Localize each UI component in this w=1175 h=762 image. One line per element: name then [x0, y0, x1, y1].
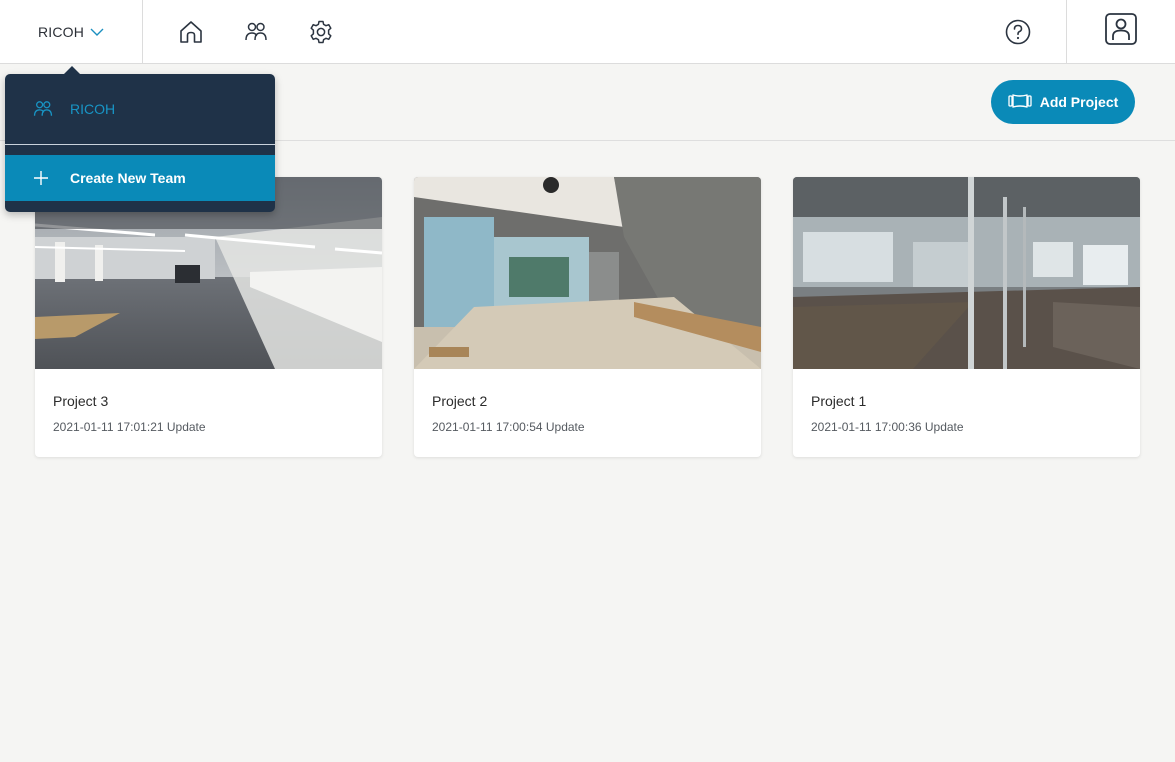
project-card[interactable]: Project 2 2021-01-11 17:00:54 Update — [414, 177, 761, 457]
user-icon — [1104, 12, 1138, 51]
home-icon[interactable] — [173, 14, 209, 50]
panorama-icon — [1008, 93, 1032, 112]
gear-icon[interactable] — [303, 14, 339, 50]
team-switcher[interactable]: RICOH — [0, 0, 143, 63]
project-thumbnail — [793, 177, 1140, 369]
team-name: RICOH — [37, 23, 85, 40]
project-title: Project 2 — [432, 393, 488, 409]
team-dropdown: RICOH Create New Team — [5, 66, 275, 212]
user-menu[interactable] — [1066, 0, 1175, 63]
dropdown-team-label: RICOH — [70, 101, 116, 117]
project-card[interactable]: Project 3 2021-01-11 17:01:21 Update — [35, 177, 382, 457]
add-project-button[interactable]: Add Project — [991, 80, 1135, 124]
project-title: Project 3 — [53, 393, 109, 409]
project-updated: 2021-01-11 17:01:21 Update — [53, 420, 206, 434]
dropdown-item-team[interactable]: RICOH — [5, 74, 275, 144]
project-title: Project 1 — [811, 393, 867, 409]
project-updated: 2021-01-11 17:00:36 Update — [811, 420, 964, 434]
create-new-team-label: Create New Team — [70, 170, 186, 186]
team-icon[interactable] — [238, 14, 274, 50]
project-card[interactable]: Project 1 2021-01-11 17:00:36 Update — [793, 177, 1140, 457]
create-new-team-button[interactable]: Create New Team — [5, 155, 275, 201]
plus-icon — [33, 170, 49, 191]
add-project-label: Add Project — [1039, 94, 1119, 110]
dropdown-divider — [5, 144, 275, 145]
chevron-down-icon — [90, 27, 104, 37]
project-thumbnail — [414, 177, 761, 369]
top-bar: RICOH — [0, 0, 1175, 64]
help-icon[interactable] — [1000, 14, 1036, 50]
project-updated: 2021-01-11 17:00:54 Update — [432, 420, 585, 434]
team-icon — [32, 98, 54, 125]
